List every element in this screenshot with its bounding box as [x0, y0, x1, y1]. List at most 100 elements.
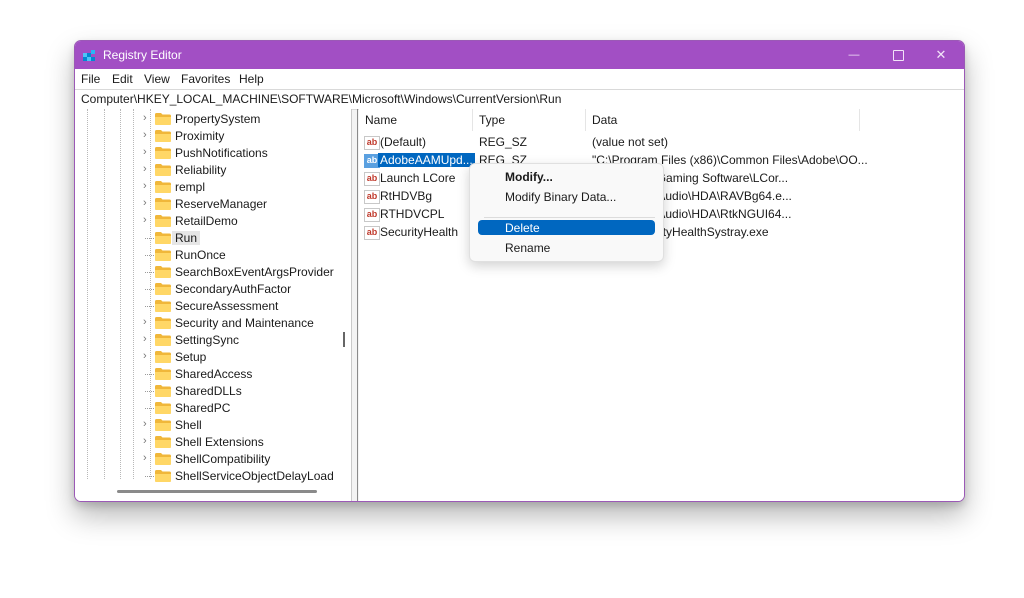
- value-data: (value not set): [592, 135, 669, 149]
- context-menu-label: Modify...: [505, 170, 553, 184]
- context-menu-label: Modify Binary Data...: [505, 190, 617, 204]
- folder-icon: [155, 181, 171, 193]
- chevron-right-icon[interactable]: ›: [143, 333, 147, 345]
- tree-scrollbar-track[interactable]: [351, 109, 352, 501]
- tree-item[interactable]: › ReserveManager: [75, 196, 352, 213]
- tree-item-label: SharedDLLs: [175, 384, 242, 398]
- tree-item[interactable]: › Shell: [75, 417, 352, 434]
- column-separator[interactable]: [585, 109, 586, 131]
- context-menu-modify[interactable]: Modify...: [478, 169, 655, 184]
- pane-splitter[interactable]: [357, 109, 358, 501]
- chevron-right-icon[interactable]: ›: [143, 452, 147, 464]
- tree-branch-line: [145, 391, 154, 392]
- string-value-icon: ab: [364, 136, 380, 150]
- tree-item[interactable]: › ShellCompatibility: [75, 451, 352, 468]
- chevron-right-icon[interactable]: ›: [143, 163, 147, 175]
- menu-view[interactable]: View: [144, 72, 170, 86]
- column-separator[interactable]: [859, 109, 860, 131]
- tree-item-label: ReserveManager: [175, 197, 268, 211]
- tree-item[interactable]: › Reliability: [75, 162, 352, 179]
- address-path[interactable]: Computer\HKEY_LOCAL_MACHINE\SOFTWARE\Mic…: [81, 92, 561, 106]
- column-separator[interactable]: [472, 109, 473, 131]
- folder-icon: [155, 334, 171, 346]
- folder-icon: [155, 164, 171, 176]
- tree-item-label: SharedPC: [175, 401, 231, 415]
- menu-favorites[interactable]: Favorites: [181, 72, 230, 86]
- chevron-right-icon[interactable]: ›: [143, 180, 147, 192]
- context-menu-rename[interactable]: Rename: [478, 240, 655, 255]
- tree-branch-line: [145, 272, 154, 273]
- tree-item-label: RetailDemo: [175, 214, 238, 228]
- tree-item[interactable]: › Security and Maintenance: [75, 315, 352, 332]
- tree-item[interactable]: › SettingSync: [75, 332, 352, 349]
- folder-icon: [155, 283, 171, 295]
- value-name: RTHDVCPL: [380, 207, 445, 221]
- tree-item[interactable]: SharedPC: [75, 400, 352, 417]
- context-menu-modify-binary[interactable]: Modify Binary Data...: [478, 189, 655, 204]
- tree-item-label: SearchBoxEventArgsProvider: [175, 265, 334, 279]
- value-name: Launch LCore: [380, 171, 456, 185]
- tree-branch-line: [145, 374, 154, 375]
- tree-item[interactable]: SharedDLLs: [75, 383, 352, 400]
- minimize-icon: —: [848, 49, 860, 61]
- tree-item[interactable]: › Setup: [75, 349, 352, 366]
- folder-icon: [155, 266, 171, 278]
- tree-item[interactable]: ShellServiceObjectDelayLoad: [75, 468, 352, 485]
- close-button[interactable]: ✕: [918, 41, 964, 69]
- tree-item-label: RunOnce: [175, 248, 226, 262]
- tree-item[interactable]: SearchBoxEventArgsProvider: [75, 264, 352, 281]
- folder-icon: [155, 402, 171, 414]
- column-header-name[interactable]: Name: [365, 113, 397, 127]
- folder-icon: [155, 436, 171, 448]
- value-row[interactable]: ab (Default) REG_SZ (value not set): [359, 134, 959, 151]
- title-bar[interactable]: Registry Editor — ✕: [75, 41, 964, 69]
- tree-item-label: SecureAssessment: [175, 299, 279, 313]
- tree-item-label: Shell Extensions: [175, 435, 264, 449]
- tree-item[interactable]: › Proximity: [75, 128, 352, 145]
- context-menu: Modify... Modify Binary Data... Delete Rena…: [469, 163, 664, 262]
- folder-icon: [155, 232, 171, 244]
- chevron-right-icon[interactable]: ›: [143, 214, 147, 226]
- tree-item[interactable]: Run: [75, 230, 352, 247]
- maximize-icon: [892, 49, 904, 61]
- folder-icon: [155, 385, 171, 397]
- menu-edit[interactable]: Edit: [112, 72, 133, 86]
- column-header-data[interactable]: Data: [592, 113, 617, 127]
- value-name: (Default): [380, 135, 427, 149]
- tree-item[interactable]: › PushNotifications: [75, 145, 352, 162]
- tree-horizontal-scroll-thumb[interactable]: [117, 490, 317, 493]
- tree-item[interactable]: › Shell Extensions: [75, 434, 352, 451]
- tree-item[interactable]: › PropertySystem: [75, 111, 352, 128]
- tree-item-label: Shell: [175, 418, 202, 432]
- tree-item[interactable]: › rempl: [75, 179, 352, 196]
- value-type: REG_SZ: [479, 135, 528, 149]
- tree-branch-line: [145, 476, 154, 477]
- address-bar[interactable]: Computer\HKEY_LOCAL_MACHINE\SOFTWARE\Mic…: [75, 89, 964, 110]
- close-icon: ✕: [935, 47, 947, 62]
- context-menu-delete[interactable]: Delete: [478, 220, 655, 235]
- tree-item[interactable]: SecureAssessment: [75, 298, 352, 315]
- tree-item[interactable]: SecondaryAuthFactor: [75, 281, 352, 298]
- maximize-button[interactable]: [875, 41, 921, 69]
- value-name: AdobeAAMUpd...: [378, 153, 475, 167]
- chevron-right-icon[interactable]: ›: [143, 129, 147, 141]
- column-header-type[interactable]: Type: [479, 113, 505, 127]
- folder-icon: [155, 368, 171, 380]
- chevron-right-icon[interactable]: ›: [143, 435, 147, 447]
- menu-help[interactable]: Help: [239, 72, 264, 86]
- chevron-right-icon[interactable]: ›: [143, 316, 147, 328]
- chevron-right-icon[interactable]: ›: [143, 418, 147, 430]
- chevron-right-icon[interactable]: ›: [143, 197, 147, 209]
- key-tree-pane[interactable]: › PropertySystem › Proximity › PushNotificati…: [75, 109, 352, 501]
- tree-vertical-scroll-thumb[interactable]: [343, 332, 345, 347]
- chevron-right-icon[interactable]: ›: [143, 350, 147, 362]
- menu-file[interactable]: File: [81, 72, 100, 86]
- folder-icon: [155, 317, 171, 329]
- minimize-button[interactable]: —: [831, 41, 877, 69]
- tree-branch-line: [145, 408, 154, 409]
- chevron-right-icon[interactable]: ›: [143, 146, 147, 158]
- tree-item[interactable]: SharedAccess: [75, 366, 352, 383]
- tree-item[interactable]: RunOnce: [75, 247, 352, 264]
- tree-item[interactable]: › RetailDemo: [75, 213, 352, 230]
- chevron-right-icon[interactable]: ›: [143, 112, 147, 124]
